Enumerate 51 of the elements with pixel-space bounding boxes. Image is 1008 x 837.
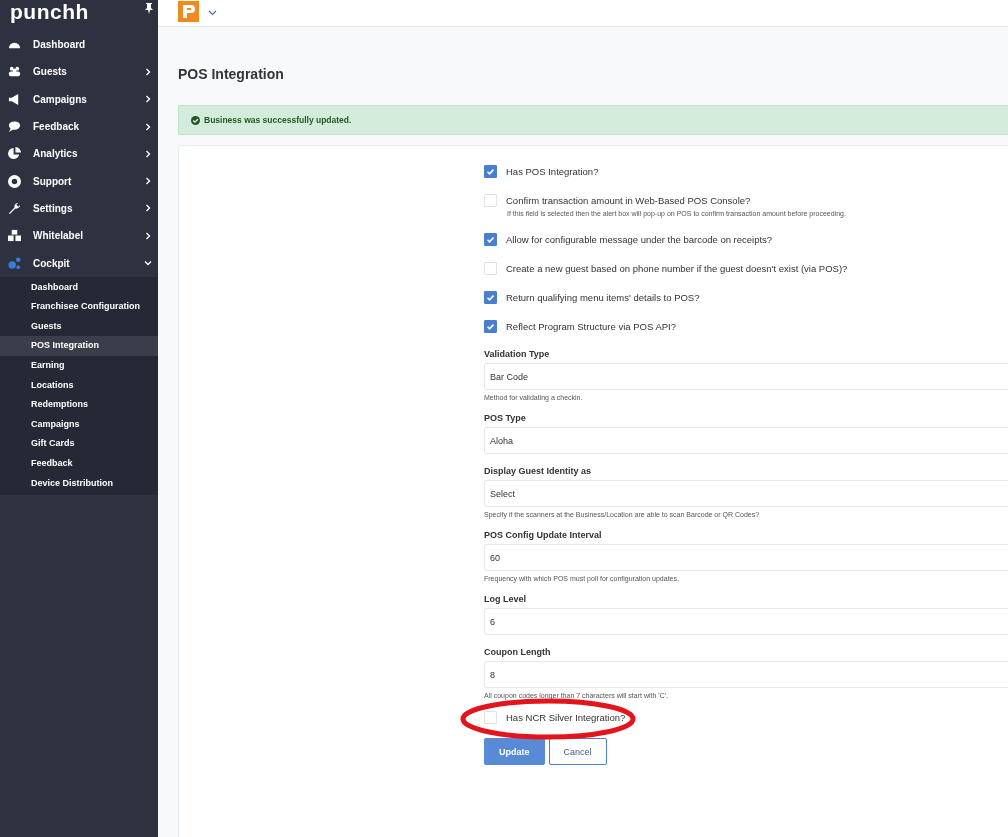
field-label: Log Level (484, 594, 527, 604)
logo[interactable]: punchh (10, 1, 89, 23)
submenu-item[interactable]: Franchisee Configuration (0, 297, 158, 317)
submenu-item[interactable]: Gift Cards (0, 434, 158, 454)
checkbox[interactable] (484, 320, 497, 333)
chevron-down-icon[interactable] (208, 10, 217, 16)
submenu-item[interactable]: Redemptions (0, 395, 158, 415)
menu-item[interactable]: Feedback (0, 112, 158, 141)
field-label: POS Type (484, 413, 527, 423)
check-circle-icon (191, 115, 200, 125)
field-label: Validation Type (484, 349, 551, 359)
select-field[interactable]: 60 (484, 544, 1008, 571)
checkbox[interactable] (484, 291, 497, 304)
menu-item[interactable]: Settings (0, 194, 158, 223)
submenu-item[interactable]: Dashboard (0, 277, 158, 298)
checkbox-label: Create a new guest based on phone number if the guest doesn't exist (via POS)? (506, 262, 848, 275)
checkbox-label: Confirm transaction amount in Web-Based POS Console? (506, 194, 752, 207)
submenu-item[interactable]: Earning (0, 356, 158, 376)
menu-item[interactable]: Cockpit (0, 249, 158, 277)
field-label: Display Guest Identity as (484, 466, 593, 476)
pin-icon[interactable] (145, 3, 153, 14)
select-field[interactable]: Bar Code (484, 363, 1008, 390)
submenu-item[interactable]: Locations (0, 375, 158, 396)
submenu-item[interactable]: Guests (0, 316, 158, 337)
field-label: Coupon Length (484, 647, 552, 657)
page-title: POS Integration (178, 65, 285, 84)
alert-text: Business was successfully updated. (204, 115, 352, 125)
cancel-button[interactable]: Cancel (548, 738, 607, 765)
menu-item[interactable]: Whitelabel (0, 222, 158, 250)
checkbox-label: Return qualifying menu items' details to POS? (506, 291, 700, 304)
checkbox[interactable] (484, 233, 497, 246)
menu-item[interactable]: Analytics (0, 140, 158, 168)
submenu-item[interactable]: Campaigns (0, 414, 158, 435)
select-field[interactable]: 6 (484, 608, 1008, 635)
checkbox-label: Reflect Program Structure via POS API? (506, 320, 676, 333)
select-field[interactable]: Select (484, 480, 1008, 507)
brand-logo-icon[interactable] (178, 0, 199, 22)
menu-item[interactable]: Dashboard (0, 31, 158, 59)
checkbox-label: Has POS Integration? (506, 165, 599, 178)
field-label: POS Config Update Interval (484, 530, 603, 540)
menu-item[interactable]: Campaigns (0, 85, 158, 113)
select-field[interactable]: Aloha (484, 427, 1008, 454)
menu-item[interactable]: Support (0, 167, 158, 195)
submenu-item[interactable]: Device Distribution (0, 473, 158, 494)
submenu-item[interactable]: POS Integration (0, 336, 158, 357)
checkbox-label: Allow for configurable message under the barcode on receipts? (506, 233, 773, 246)
checkbox-label: Has NCR Silver Integration? (506, 711, 626, 724)
submenu-item[interactable]: Feedback (0, 454, 158, 474)
checkbox[interactable] (484, 165, 497, 178)
menu-item[interactable]: Guests (0, 58, 158, 86)
select-field[interactable]: 8 (484, 661, 1008, 688)
